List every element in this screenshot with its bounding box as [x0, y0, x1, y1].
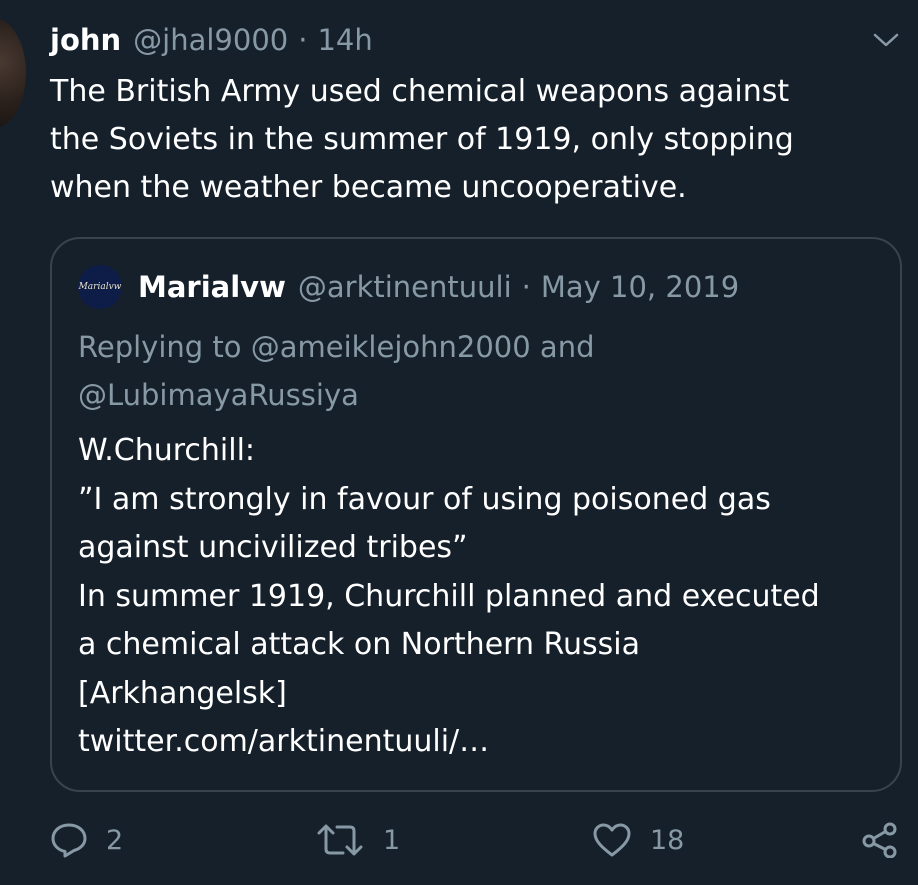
- retweet-button[interactable]: 1: [315, 822, 400, 858]
- quoted-avatar-text: Marialvw: [78, 282, 122, 292]
- quoted-tweet-text: W.Churchill: ”I am strongly in favour of…: [78, 433, 820, 759]
- retweet-count: 1: [383, 824, 401, 856]
- avatar[interactable]: [0, 18, 26, 128]
- separator-dot: ·: [298, 23, 308, 57]
- author-name[interactable]: john: [50, 23, 121, 57]
- share-button[interactable]: [860, 822, 900, 858]
- quoted-avatar: Marialvw: [78, 265, 122, 309]
- reply-icon: [51, 823, 87, 858]
- quoted-author-name: Marialvw: [138, 270, 286, 304]
- replying-user-2: @LubimayaRussiya: [78, 378, 359, 412]
- chevron-down-icon[interactable]: [872, 30, 900, 50]
- separator-dot: ·: [521, 270, 531, 304]
- retweet-icon: [317, 824, 363, 856]
- replying-to: Replying to @ameiklejohn2000 and @Lubimay…: [78, 323, 878, 419]
- share-icon: [862, 822, 897, 858]
- reply-button[interactable]: 2: [50, 822, 123, 858]
- quoted-tweet-header: Marialvw Marialvw @arktinentuuli · May 1…: [78, 265, 739, 309]
- replying-prefix: Replying to: [78, 330, 251, 364]
- replying-user-1: @ameiklejohn2000: [250, 330, 531, 364]
- reply-count: 2: [106, 824, 124, 856]
- like-button[interactable]: 18: [592, 822, 684, 858]
- tweet-text: The British Army used chemical weapons a…: [50, 74, 794, 205]
- author-handle[interactable]: @jhal9000: [133, 23, 288, 57]
- quoted-author-handle: @arktinentuuli: [297, 270, 512, 304]
- like-icon: [593, 823, 631, 857]
- quoted-tweet[interactable]: Marialvw Marialvw @arktinentuuli · May 1…: [50, 237, 902, 792]
- like-count: 18: [650, 824, 685, 856]
- replying-and: and: [530, 330, 595, 364]
- timestamp[interactable]: 14h: [317, 23, 372, 57]
- quoted-date: May 10, 2019: [540, 270, 740, 304]
- action-bar: 2 1 18: [0, 812, 918, 872]
- tweet-header: john @jhal9000 · 14h: [50, 18, 898, 62]
